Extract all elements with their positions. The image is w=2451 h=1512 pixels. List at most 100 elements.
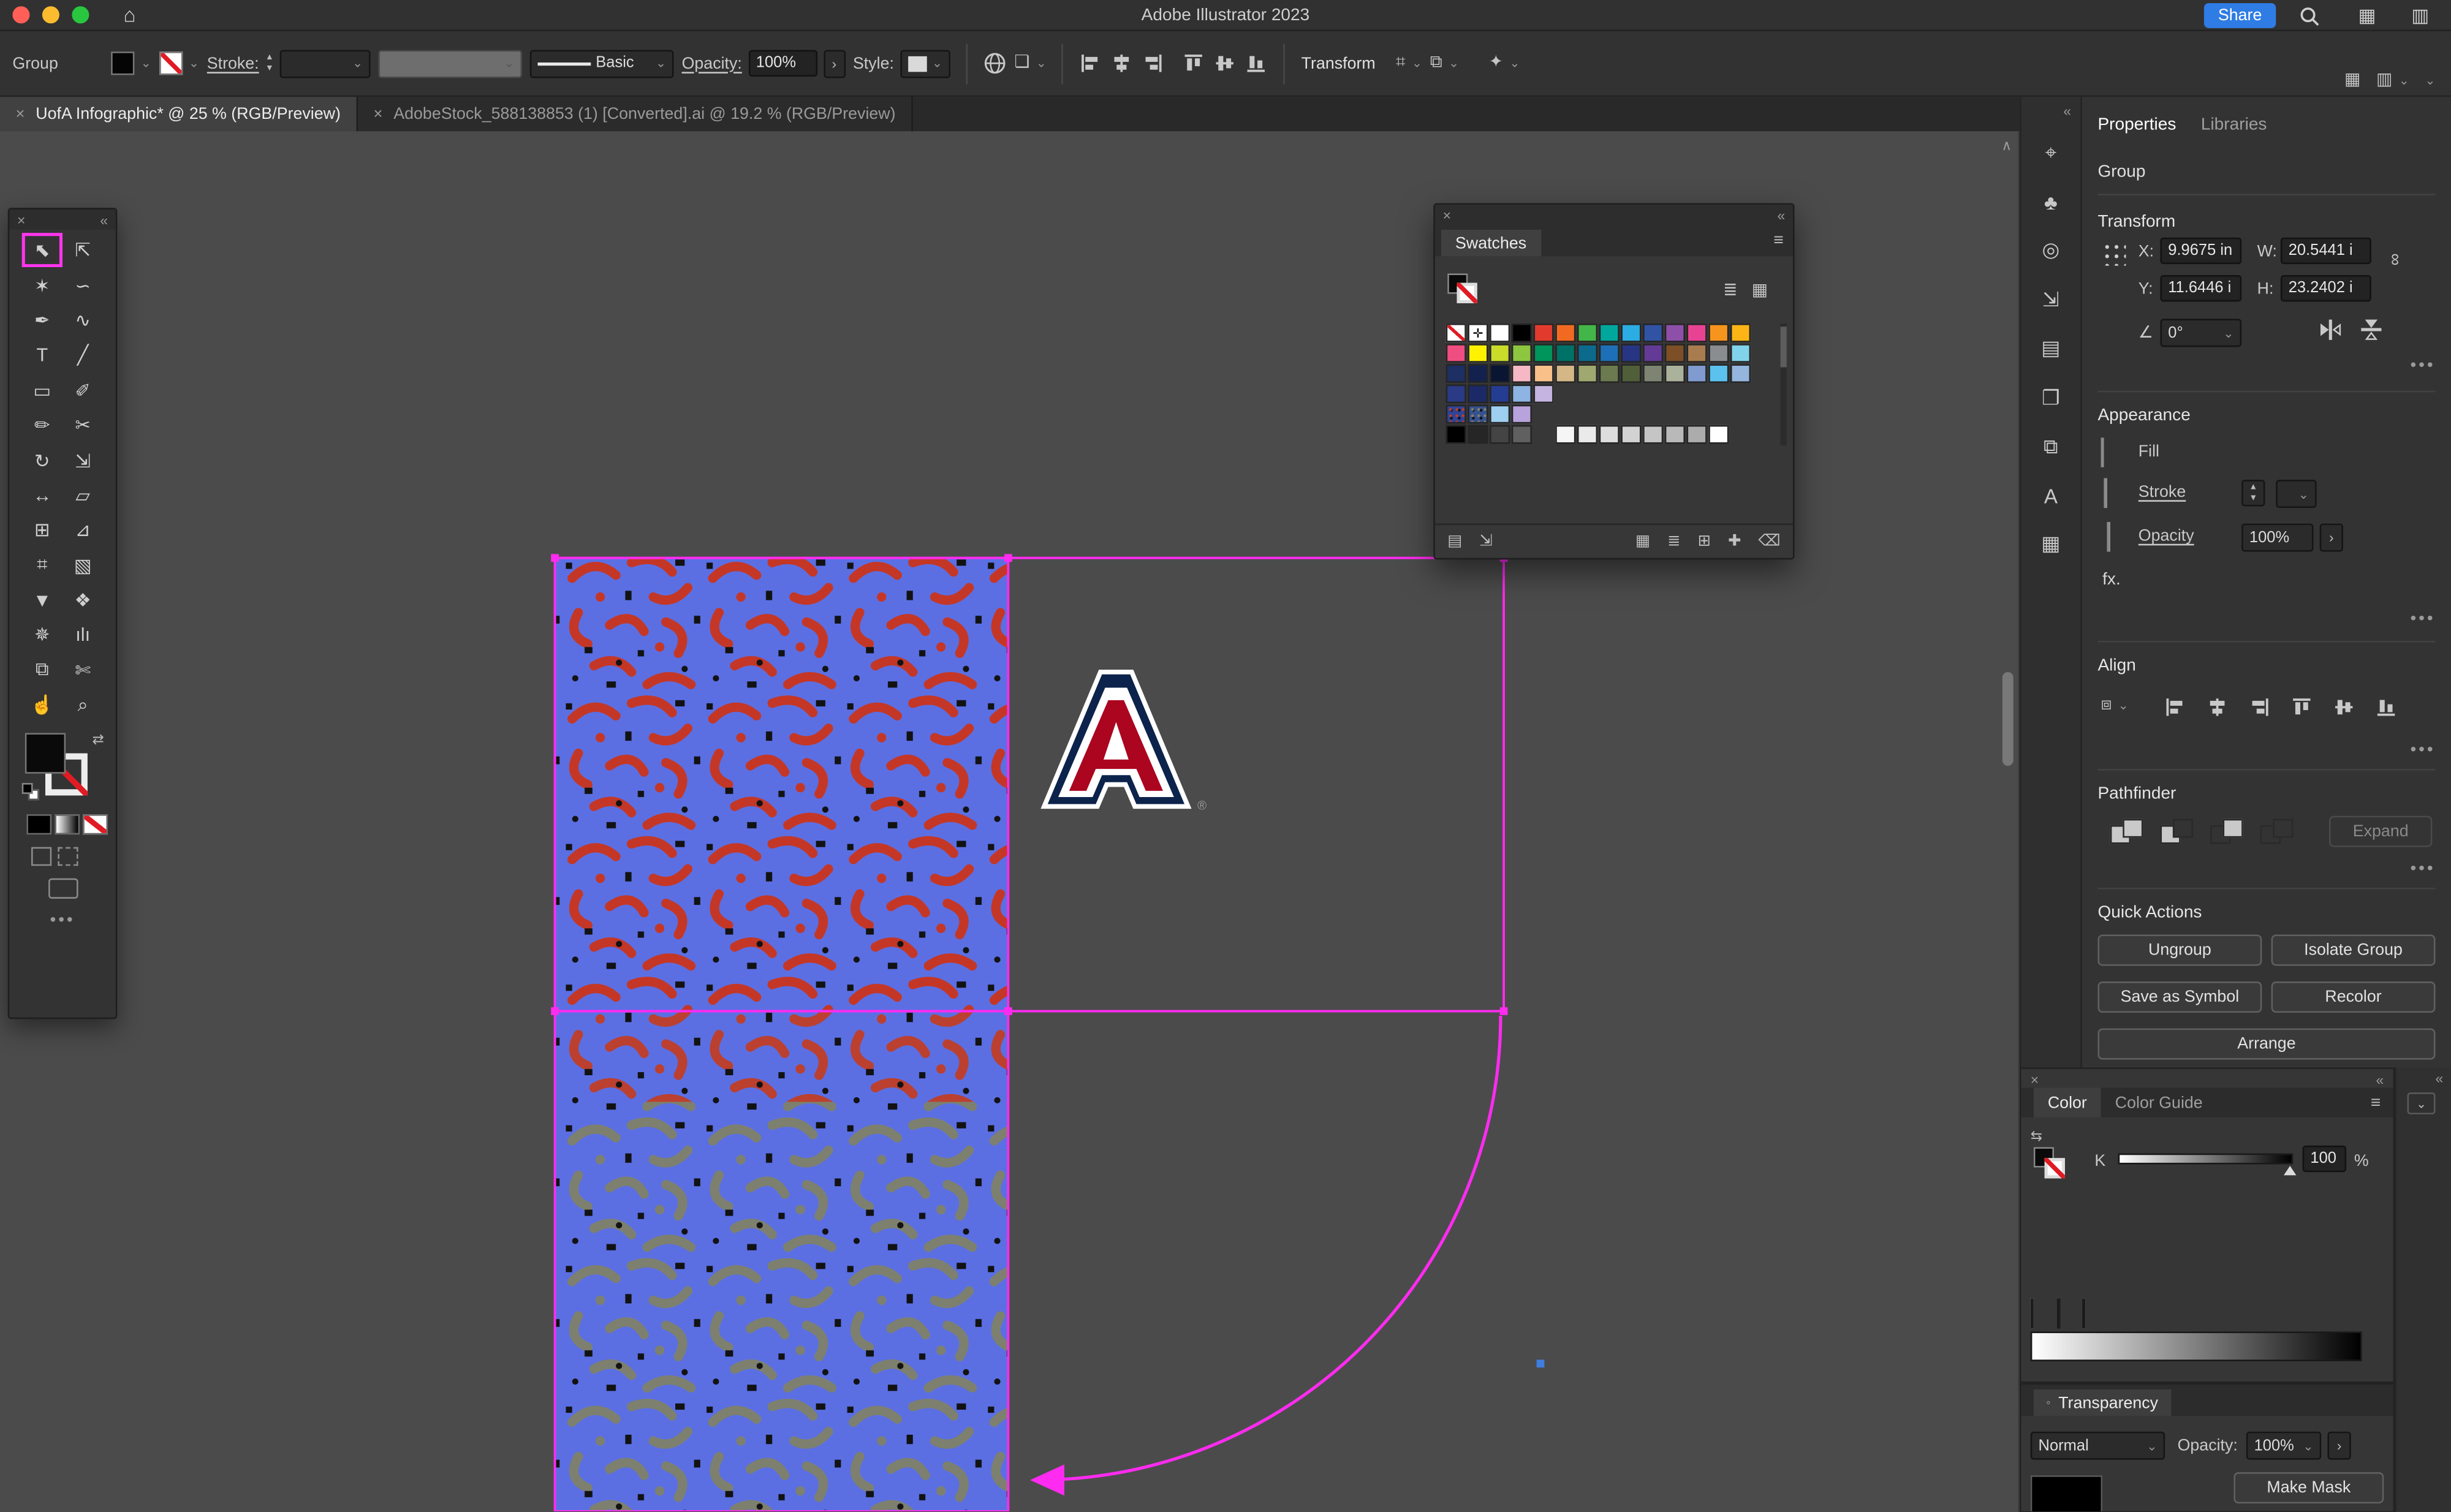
align-horizontal-center-icon[interactable]: [2205, 695, 2229, 719]
swatch[interactable]: [1643, 425, 1663, 444]
fill-swatch[interactable]: [111, 51, 134, 75]
vertical-scrollbar[interactable]: [2002, 672, 2013, 766]
document-tab[interactable]: × UofA Infographic* @ 25 % (RGB/Preview): [0, 97, 358, 131]
opacity-options-button[interactable]: ›: [823, 49, 845, 77]
fill-proxy[interactable]: [25, 734, 66, 774]
flip-horizontal-icon[interactable]: [2320, 319, 2342, 348]
swatch[interactable]: [1577, 344, 1597, 363]
slice-tool[interactable]: ✄: [63, 653, 103, 688]
workspace-switcher[interactable]: ▥⌄: [2376, 72, 2409, 89]
swatch[interactable]: [1687, 323, 1707, 342]
more-options-icon[interactable]: •••: [2411, 860, 2436, 879]
opacity-options-button[interactable]: ›: [2327, 1432, 2351, 1460]
swatch[interactable]: [1446, 323, 1466, 342]
close-tab-icon[interactable]: ×: [373, 105, 382, 123]
align-right-icon[interactable]: [1142, 51, 1165, 75]
swatch[interactable]: [1446, 364, 1466, 383]
rectangle-tool[interactable]: ▭: [22, 373, 63, 408]
color-spectrum-ramp[interactable]: [2031, 1331, 2362, 1361]
current-color-chip[interactable]: [2034, 1147, 2071, 1184]
screen-mode-button[interactable]: [48, 879, 78, 899]
swatch[interactable]: [1665, 323, 1685, 342]
more-options-icon[interactable]: •••: [2411, 610, 2436, 629]
more-options-icon[interactable]: •••: [2411, 741, 2436, 760]
swatch[interactable]: [1446, 344, 1466, 363]
free-transform-tool[interactable]: ▱: [63, 478, 103, 513]
swatch[interactable]: [1555, 323, 1575, 342]
swatch[interactable]: [1512, 364, 1532, 383]
rotate-tool[interactable]: ↻: [22, 443, 63, 478]
selection-tool[interactable]: ⬉: [22, 233, 63, 268]
pattern-rect-top[interactable]: [555, 558, 1009, 1011]
k-slider-handle[interactable]: [2284, 1166, 2296, 1175]
effects-control[interactable]: ✦⌄: [1489, 55, 1520, 72]
panel-menu-icon[interactable]: ≡: [1773, 232, 1783, 251]
stroke-weight-dropdown[interactable]: ⌄: [280, 49, 371, 77]
chevron-down-icon[interactable]: ⌄: [2407, 1092, 2436, 1114]
width-tool[interactable]: ↔: [22, 478, 63, 513]
hand-tool[interactable]: ☝: [22, 688, 63, 723]
scale-tool[interactable]: ⇲: [63, 443, 103, 478]
new-color-group-icon[interactable]: ▦: [1635, 533, 1650, 550]
isolate-group-button[interactable]: Isolate Group: [2271, 935, 2436, 966]
pencil-tool[interactable]: ✏: [22, 408, 63, 443]
ungroup-button[interactable]: Ungroup: [2097, 935, 2262, 966]
swatch-themes-icon[interactable]: ⇲: [1479, 533, 1492, 550]
default-colors-icon[interactable]: [22, 784, 41, 801]
h-input[interactable]: [2281, 275, 2371, 301]
blend-mode-dropdown[interactable]: Normal⌄: [2031, 1432, 2165, 1460]
swatch[interactable]: [1643, 364, 1663, 383]
blend-tool[interactable]: ❖: [63, 583, 103, 618]
variable-width-dropdown[interactable]: Basic ⌄: [530, 49, 674, 77]
magic-wand-tool[interactable]: ✶: [22, 268, 63, 303]
workspace-grid-icon[interactable]: ▦: [2344, 72, 2361, 89]
swatch[interactable]: [1512, 425, 1532, 444]
list-view-icon[interactable]: ≣: [1723, 280, 1738, 300]
draw-normal-icon[interactable]: [31, 848, 51, 867]
character-panel-icon[interactable]: A: [2044, 484, 2058, 507]
swatch[interactable]: [1512, 344, 1532, 363]
artboard-tool[interactable]: ⧉: [22, 653, 63, 688]
tab-color-guide[interactable]: Color Guide: [2101, 1093, 2217, 1112]
new-swatch-icon[interactable]: ✚: [1728, 533, 1741, 550]
swatch[interactable]: [1599, 344, 1619, 363]
close-panel-icon[interactable]: ×: [1443, 207, 1451, 223]
reference-point-selector[interactable]: [2101, 241, 2126, 266]
pen-tool[interactable]: ✒: [22, 303, 63, 338]
w-input[interactable]: [2281, 238, 2371, 264]
x-input[interactable]: [2161, 238, 2242, 264]
direct-selection-tool[interactable]: ⇱: [63, 233, 103, 268]
swatch[interactable]: [1621, 344, 1641, 363]
curvature-tool[interactable]: ∿: [63, 303, 103, 338]
black-swatch[interactable]: [2057, 1299, 2060, 1328]
smart-guides-panel-icon[interactable]: ⌖: [2045, 141, 2057, 166]
swatch[interactable]: [1687, 364, 1707, 383]
fill-swatch[interactable]: [2101, 437, 2104, 467]
swatch[interactable]: ✛: [1468, 323, 1488, 342]
swatch[interactable]: [1730, 344, 1751, 363]
make-mask-button[interactable]: Make Mask: [2233, 1472, 2384, 1503]
column-graph-tool[interactable]: ılı: [63, 618, 103, 652]
stroke-weight-stepper[interactable]: ▲▼: [2241, 480, 2265, 506]
symbol-sprayer-tool[interactable]: ✵: [22, 618, 63, 652]
swatch[interactable]: [1512, 323, 1532, 342]
export-panel-icon[interactable]: ⇲: [2042, 287, 2059, 312]
artboards-panel-icon[interactable]: ❐: [2042, 385, 2060, 410]
swatches-tab[interactable]: Swatches: [1441, 230, 1540, 256]
swatch[interactable]: [1490, 364, 1510, 383]
collapse-panel-icon[interactable]: «: [2376, 1072, 2384, 1088]
close-panel-icon[interactable]: ×: [17, 212, 25, 228]
swatch[interactable]: [1512, 405, 1532, 424]
draw-behind-icon[interactable]: [58, 848, 78, 867]
search-icon[interactable]: [2300, 6, 2320, 26]
stroke-weight-label[interactable]: Stroke:: [207, 54, 259, 73]
libraries-panel-icon[interactable]: ⧉: [2044, 434, 2058, 459]
edit-toolbar-icon[interactable]: •••: [9, 912, 115, 931]
none-swatch[interactable]: [2031, 1299, 2034, 1328]
swatch[interactable]: [1730, 364, 1751, 383]
swatch[interactable]: [1621, 323, 1641, 342]
zoom-tool[interactable]: ⌕: [63, 688, 103, 723]
align-bottom-icon[interactable]: [2374, 695, 2398, 719]
stroke-weight-stepper[interactable]: ▲▼: [265, 54, 274, 73]
opacity-label[interactable]: Opacity: [2138, 527, 2194, 546]
